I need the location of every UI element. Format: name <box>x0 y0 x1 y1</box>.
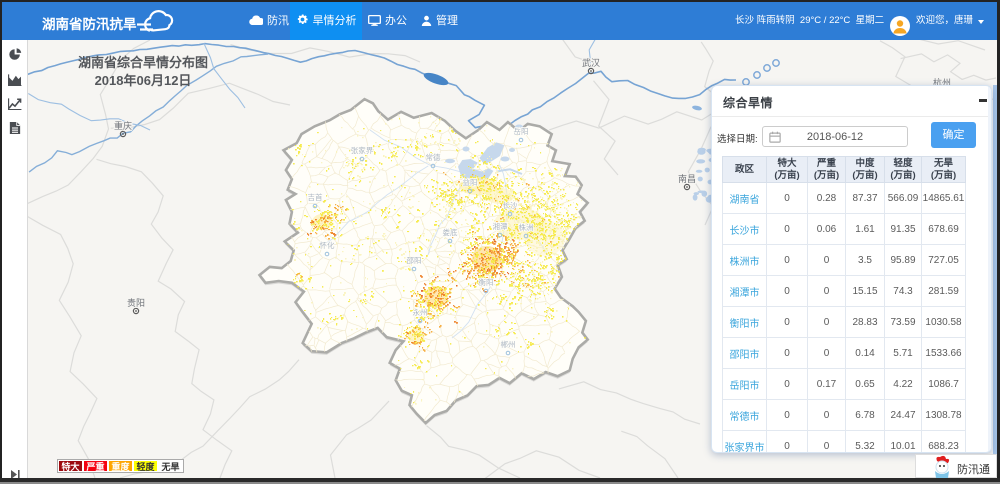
svg-text:岳阳: 岳阳 <box>514 126 529 136</box>
svg-text:张家界: 张家界 <box>351 145 374 155</box>
svg-text:郴州: 郴州 <box>501 340 516 349</box>
svg-text:湘潭: 湘潭 <box>493 222 508 231</box>
svg-text:衡阳: 衡阳 <box>479 277 494 287</box>
svg-text:吉首: 吉首 <box>308 192 323 202</box>
svg-text:永州: 永州 <box>413 307 428 317</box>
svg-text:贵阳: 贵阳 <box>127 297 145 308</box>
svg-text:株洲: 株洲 <box>519 222 534 232</box>
svg-text:邵阳: 邵阳 <box>407 256 422 265</box>
svg-text:南昌: 南昌 <box>678 173 696 184</box>
svg-text:重庆: 重庆 <box>114 120 132 131</box>
svg-text:长沙: 长沙 <box>503 200 518 210</box>
svg-text:武汉: 武汉 <box>582 57 600 68</box>
svg-text:常德: 常德 <box>426 152 441 162</box>
svg-text:娄底: 娄底 <box>443 227 458 237</box>
svg-text:益阳: 益阳 <box>463 177 478 187</box>
svg-text:怀化: 怀化 <box>320 240 335 250</box>
